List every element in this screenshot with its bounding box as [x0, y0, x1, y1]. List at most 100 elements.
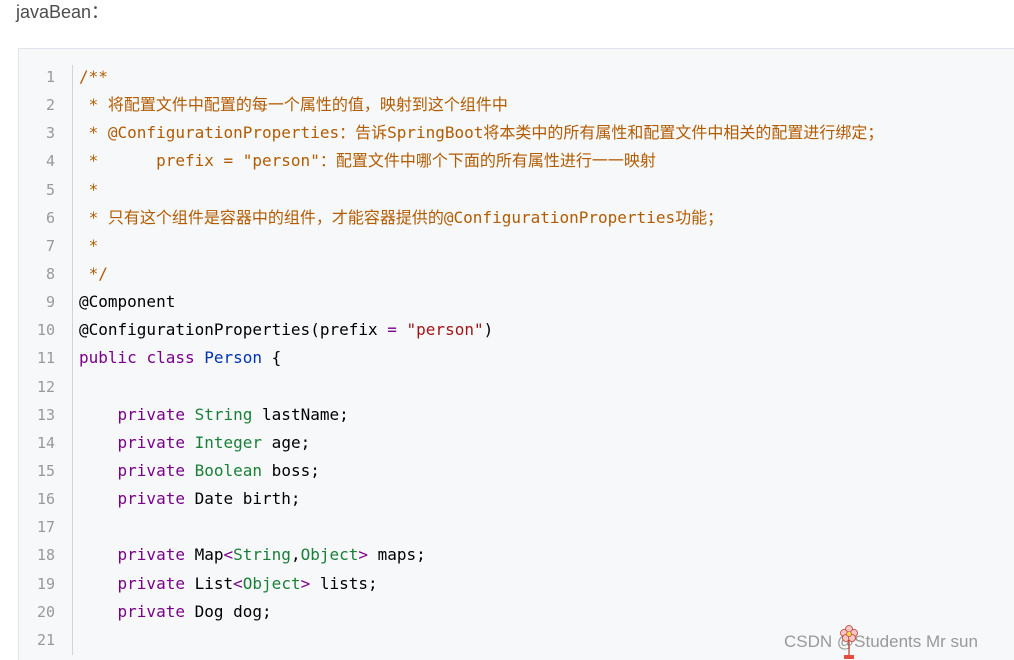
line-source: * — [79, 176, 99, 204]
code-token: > — [300, 573, 311, 593]
line-number: 13 — [36, 405, 55, 424]
code-token: < — [233, 573, 243, 593]
code-token: @ConfigurationProperties(prefix — [79, 320, 388, 340]
line-number: 15 — [36, 461, 55, 480]
line-number: 10 — [36, 321, 55, 340]
line-number: 17 — [36, 518, 55, 537]
code-token: @Component — [79, 292, 176, 312]
code-token: < — [223, 545, 234, 565]
code-token: "person" — [406, 320, 484, 340]
code-token: private — [117, 573, 185, 593]
line-number: 19 — [36, 574, 55, 593]
code-token: ) — [483, 320, 494, 340]
code-token: * — [79, 179, 99, 199]
code-token: * 只有这个组件是容器中的组件，才能容器提供的@ConfigurationPro… — [79, 207, 724, 227]
code-token: Object — [300, 545, 359, 565]
code-token: Object — [242, 573, 301, 593]
line-number: 4 — [45, 152, 55, 171]
code-token: lastName; — [252, 404, 349, 424]
line-source: private String lastName; — [79, 401, 349, 429]
code-token: Map — [184, 545, 224, 565]
line-number: 20 — [36, 602, 55, 621]
code-token: private — [117, 489, 185, 509]
line-source: * @ConfigurationProperties：告诉SpringBoot将… — [79, 119, 884, 147]
code-token: = — [387, 320, 397, 340]
line-source: * 将配置文件中配置的每一个属性的值，映射到这个组件中 — [79, 91, 508, 119]
line-source: * 只有这个组件是容器中的组件，才能容器提供的@ConfigurationPro… — [79, 204, 723, 232]
code-token: public — [79, 348, 137, 368]
code-token: > — [358, 545, 369, 565]
code-token: * — [79, 235, 99, 255]
gutter-divider — [72, 65, 73, 655]
line-number: 14 — [36, 433, 55, 452]
code-token: , — [290, 545, 301, 565]
flower-icon — [840, 625, 858, 659]
line-number: 12 — [36, 377, 55, 396]
code-token: Boolean — [194, 460, 263, 480]
code-token: boss; — [262, 460, 320, 480]
line-source: * prefix = "person"：配置文件中哪个下面的所有属性进行一一映射 — [79, 147, 656, 175]
code-token: { — [262, 348, 282, 368]
line-number: 21 — [36, 630, 55, 649]
code-token: Person — [204, 348, 263, 368]
line-number: 2 — [45, 96, 55, 115]
line-source: private Integer age; — [79, 429, 311, 457]
line-source: private List<Object> lists; — [79, 570, 378, 598]
code-token: private — [117, 545, 185, 565]
line-source: @ConfigurationProperties(prefix = "perso… — [79, 316, 493, 344]
code-token: List — [184, 573, 234, 593]
line-number: 3 — [45, 124, 55, 143]
code-token: * @ConfigurationProperties：告诉SpringBoot将… — [79, 123, 884, 143]
code-token: * 将配置文件中配置的每一个属性的值，映射到这个组件中 — [79, 95, 508, 115]
code-token: String — [233, 545, 291, 565]
code-token: lists; — [310, 573, 378, 593]
code-token: Dog dog; — [184, 601, 272, 621]
line-source: private Map<String,Object> maps; — [79, 541, 426, 569]
line-number: 9 — [45, 293, 55, 312]
line-source: private Boolean boss; — [79, 457, 320, 485]
code-token: private — [117, 432, 185, 452]
line-source: private Date birth; — [79, 485, 301, 513]
code-token: */ — [79, 263, 108, 283]
line-source: /** — [79, 63, 108, 91]
code-token: Date birth; — [184, 489, 301, 509]
intro-text: javaBean： — [16, 2, 110, 22]
line-number: 1 — [45, 68, 55, 86]
code-token: maps; — [368, 545, 426, 565]
code-token: Integer — [194, 432, 263, 452]
code-token: class — [146, 348, 195, 368]
code-token: * prefix = "person"：配置文件中哪个下面的所有属性进行一一映射 — [79, 151, 656, 171]
line-source: */ — [79, 260, 108, 288]
line-number: 18 — [36, 546, 55, 565]
line-source: private Dog dog; — [79, 598, 272, 626]
code-token: age; — [262, 432, 311, 452]
code-token: /** — [79, 67, 108, 86]
line-number: 11 — [36, 349, 55, 368]
code-block[interactable]: 1 /** 2 * 将配置文件中配置的每一个属性的值，映射到这个组件中 3 * @Co… — [18, 48, 1014, 660]
line-number: 16 — [36, 490, 55, 509]
line-number: 8 — [45, 264, 55, 283]
line-source: @Component — [79, 288, 175, 316]
line-source: * — [79, 232, 99, 260]
code-token: private — [117, 601, 185, 621]
code-token: private — [117, 404, 185, 424]
line-number: 5 — [45, 180, 55, 199]
csdn-watermark: CSDN @Students Mr sun — [784, 632, 978, 651]
line-number: 7 — [45, 236, 55, 255]
code-token: String — [194, 404, 253, 424]
line-source: public class Person { — [79, 344, 281, 372]
code-token: private — [117, 460, 185, 480]
